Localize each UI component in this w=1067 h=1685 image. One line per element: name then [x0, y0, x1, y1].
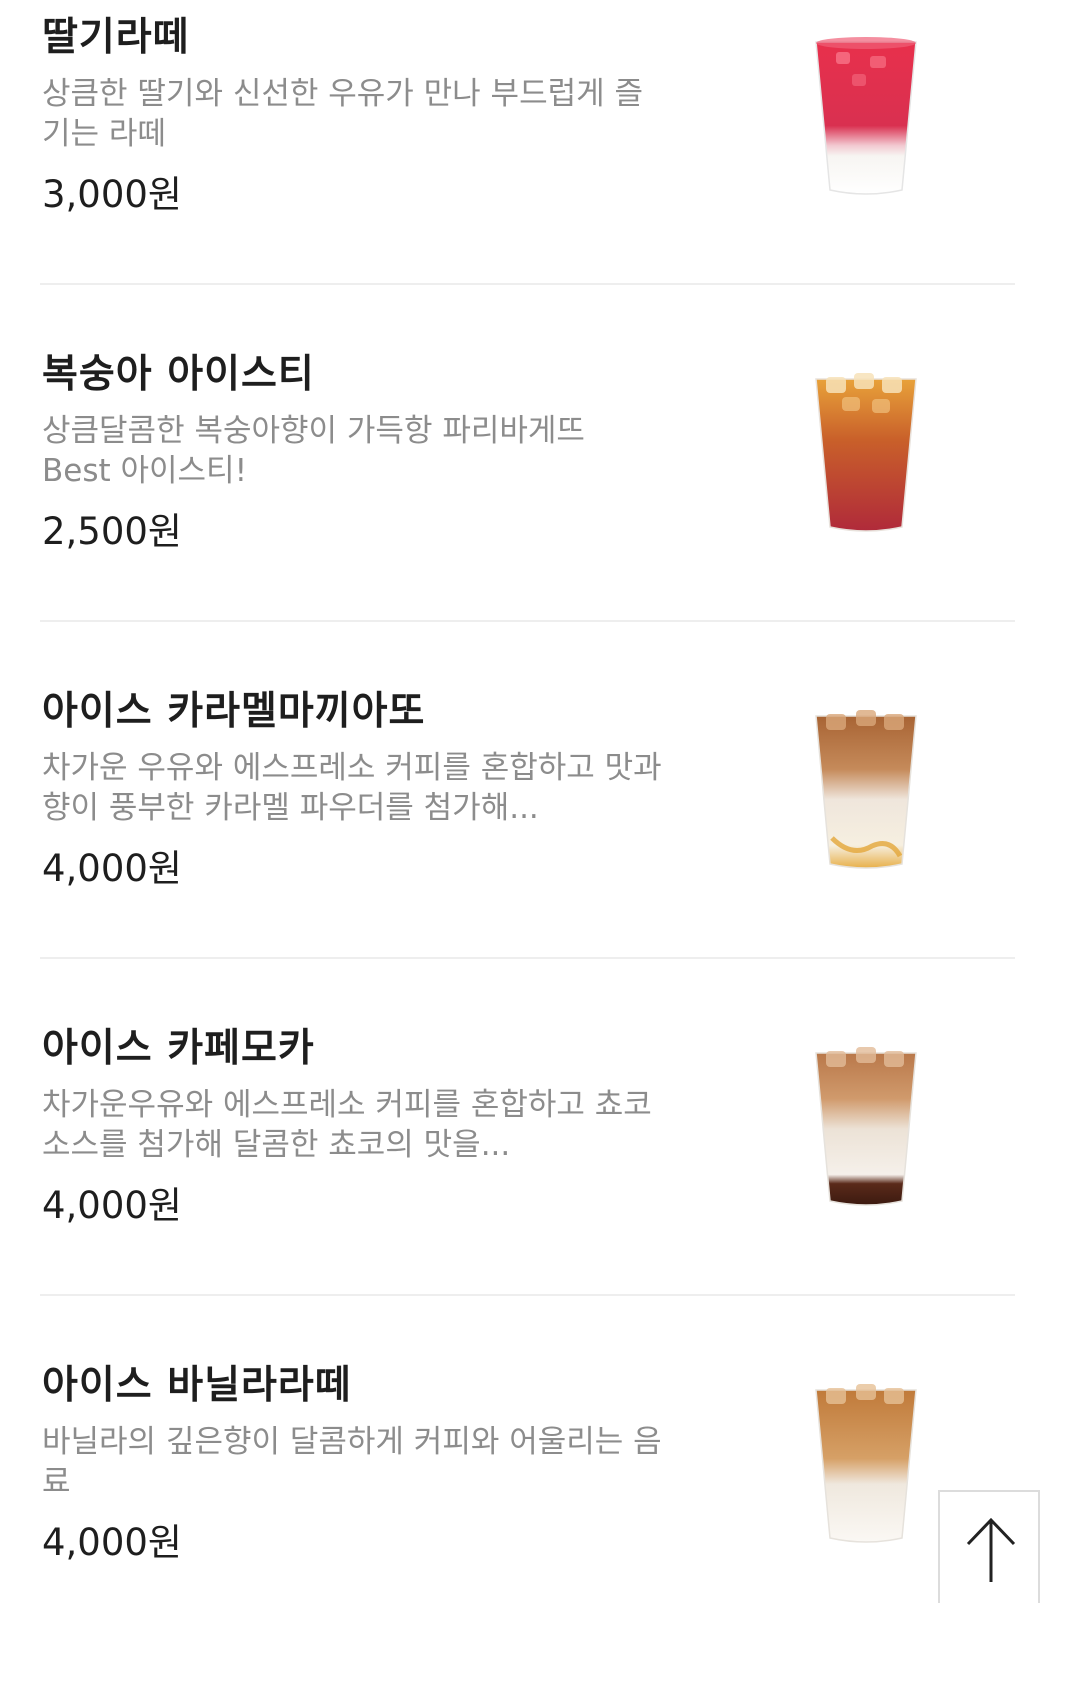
menu-item-text: 딸기라떼 상큼한 딸기와 신선한 우유가 만나 부드럽게 즐기는 라떼 3,00… [42, 14, 682, 218]
menu-item-price: 4,000원 [42, 1521, 182, 1564]
menu-item-price: 4,000원 [42, 1184, 182, 1227]
menu-item-description: 상큼한 딸기와 신선한 우유가 만나 부드럽게 즐기는 라떼 [42, 76, 644, 152]
menu-item-name: 아이스 카페모카 [42, 1026, 315, 1071]
menu-item-text: 아이스 카라멜마끼아또 차가운 우유와 에스프레소 커피를 혼합하고 맛과 향이… [42, 688, 682, 892]
menu-item-text: 복숭아 아이스티 상큼달콤한 복숭아향이 가득항 파리바게뜨 Best 아이스티… [42, 351, 682, 555]
menu-item-name: 복숭아 아이스티 [42, 352, 315, 397]
menu-item-name: 딸기라떼 [42, 15, 190, 60]
menu-item-peach-iced-tea[interactable]: 복숭아 아이스티 상큼달콤한 복숭아향이 가득항 파리바게뜨 Best 아이스티… [0, 337, 1067, 674]
iced-vanilla-latte-image[interactable] [812, 1382, 920, 1548]
menu-item-description: 상큼달콤한 복숭아향이 가득항 파리바게뜨 Best 아이스티! [42, 413, 585, 489]
menu-item-iced-caramel-macchiato[interactable]: 아이스 카라멜마끼아또 차가운 우유와 에스프레소 커피를 혼합하고 맛과 향이… [0, 674, 1067, 1011]
menu-item-description: 바닐라의 깊은향이 달콤하게 커피와 어울리는 음료 [42, 1424, 662, 1500]
menu-item-description: 차가운우유와 에스프레소 커피를 혼합하고 쵸코소스를 첨가해 달콤한 쵸코의 … [42, 1087, 652, 1163]
menu-item-text: 아이스 카페모카 차가운우유와 에스프레소 커피를 혼합하고 쵸코소스를 첨가해… [42, 1025, 682, 1229]
divider [40, 1294, 1015, 1296]
divider [40, 957, 1015, 959]
arrow-up-icon [966, 1517, 1016, 1582]
strawberry-latte-image[interactable] [812, 34, 920, 200]
iced-caramel-macchiato-image[interactable] [812, 708, 920, 874]
menu-item-name: 아이스 카라멜마끼아또 [42, 689, 426, 734]
menu-list: 딸기라떼 상큼한 딸기와 신선한 우유가 만나 부드럽게 즐기는 라떼 3,00… [0, 0, 1067, 1685]
menu-item-name: 아이스 바닐라라떼 [42, 1363, 352, 1408]
menu-item-iced-vanilla-latte[interactable]: 아이스 바닐라라떼 바닐라의 깊은향이 달콤하게 커피와 어울리는 음료 4,0… [0, 1348, 1067, 1685]
menu-item-strawberry-latte[interactable]: 딸기라떼 상큼한 딸기와 신선한 우유가 만나 부드럽게 즐기는 라떼 3,00… [0, 0, 1067, 337]
iced-cafe-mocha-image[interactable] [812, 1045, 920, 1211]
menu-item-iced-cafe-mocha[interactable]: 아이스 카페모카 차가운우유와 에스프레소 커피를 혼합하고 쵸코소스를 첨가해… [0, 1011, 1067, 1348]
divider [40, 283, 1015, 285]
divider [40, 620, 1015, 622]
menu-item-text: 아이스 바닐라라떼 바닐라의 깊은향이 달콤하게 커피와 어울리는 음료 4,0… [42, 1362, 682, 1566]
menu-item-price: 2,500원 [42, 510, 182, 553]
menu-item-price: 4,000원 [42, 847, 182, 890]
menu-item-description: 차가운 우유와 에스프레소 커피를 혼합하고 맛과 향이 풍부한 카라멜 파우더… [42, 750, 662, 826]
scroll-to-top-button[interactable] [938, 1490, 1040, 1603]
menu-item-price: 3,000원 [42, 173, 182, 216]
peach-iced-tea-image[interactable] [812, 371, 920, 537]
